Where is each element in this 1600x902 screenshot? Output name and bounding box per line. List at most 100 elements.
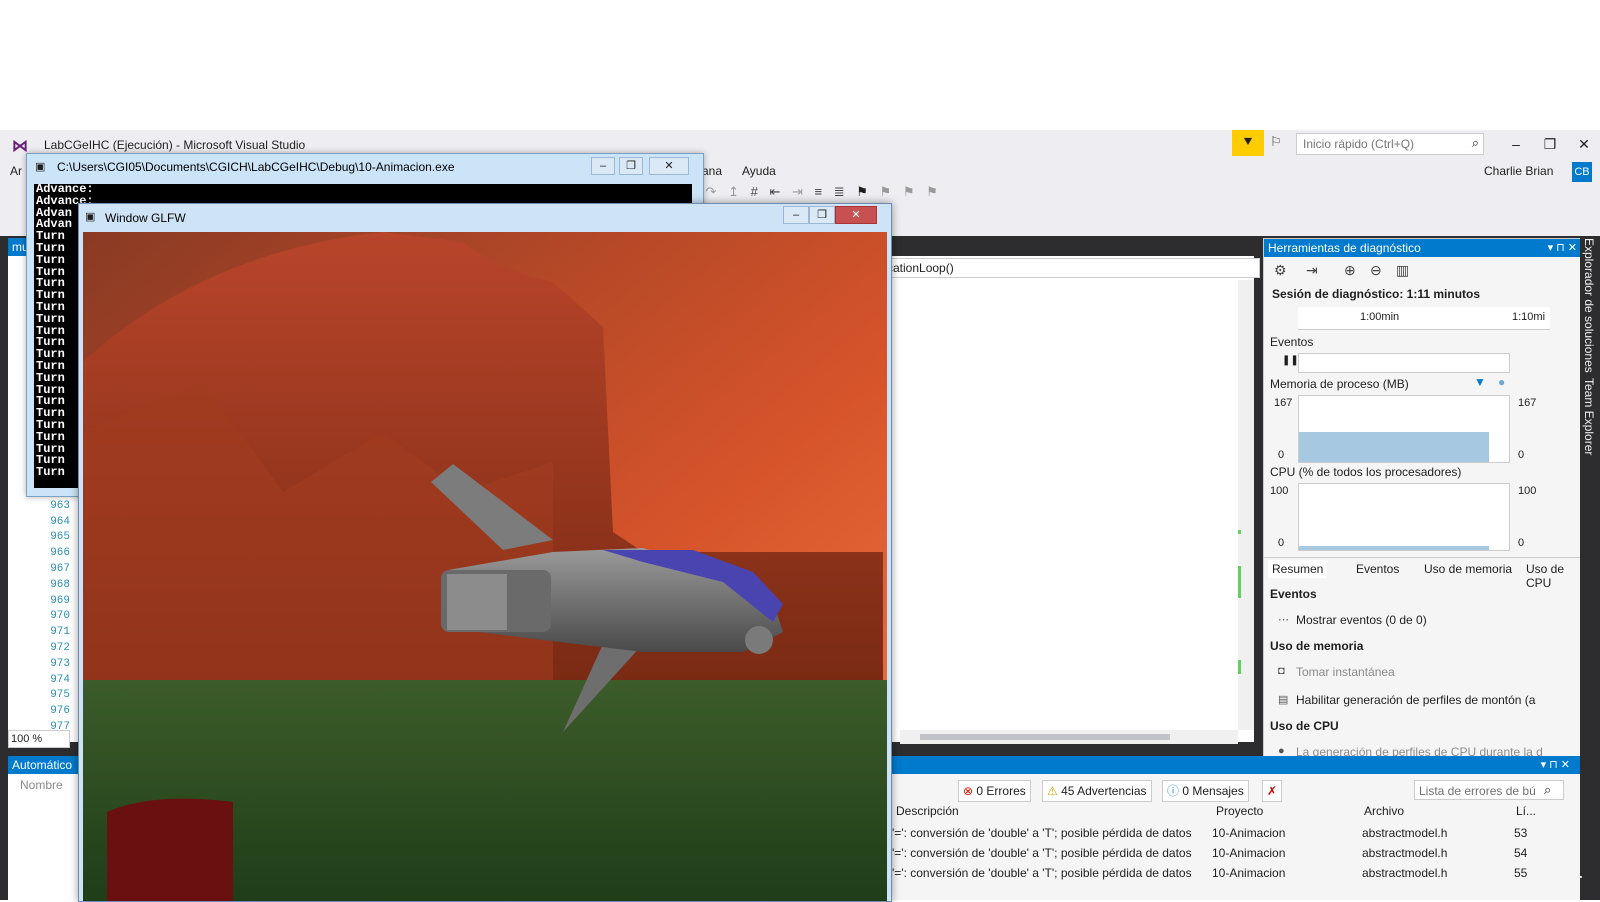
change-mark: [1238, 660, 1241, 674]
error-row-line: 53: [1514, 826, 1528, 840]
events-section-label[interactable]: Eventos: [1270, 335, 1313, 349]
memory-y-max: 167: [1274, 397, 1293, 409]
snapshot-marker-icon: ▼: [1474, 375, 1486, 389]
info-icon: ⓘ: [1167, 784, 1180, 798]
close-button[interactable]: ✕: [1568, 132, 1600, 156]
col-line[interactable]: Lí...: [1516, 804, 1536, 822]
change-mark: [1238, 530, 1241, 534]
line-number: 969: [50, 594, 70, 607]
line-number: 968: [50, 578, 70, 591]
cpu-section-label[interactable]: CPU (% de todos los procesadores): [1270, 465, 1461, 479]
warnings-filter-button[interactable]: ⚠ 45 Advertencias: [1042, 780, 1152, 802]
zoom-dropdown[interactable]: 100 %: [8, 730, 70, 748]
console-minimize-button[interactable]: –: [591, 157, 615, 175]
scroll-thumb[interactable]: [920, 734, 1170, 740]
diagnostics-title: Herramientas de diagnóstico: [1268, 241, 1421, 255]
cpu-usage-area: [1299, 546, 1489, 550]
export-icon[interactable]: ⇥: [1306, 262, 1318, 279]
memory-section-label[interactable]: Memoria de proceso (MB): [1270, 377, 1409, 391]
col-file[interactable]: Archivo: [1364, 804, 1404, 822]
tab-resumen[interactable]: Resumen: [1268, 560, 1328, 578]
error-row-desc[interactable]: '=': conversión de 'double' a 'T'; posib…: [892, 846, 1192, 860]
glfw-restore-button[interactable]: ❐: [809, 206, 835, 224]
restore-button[interactable]: ❐: [1534, 132, 1566, 156]
comment-icon[interactable]: ⇤: [769, 184, 780, 199]
indent-icon[interactable]: ≣: [834, 184, 845, 199]
glfw-minimize-button[interactable]: –: [783, 206, 809, 224]
member-navigation-dropdown[interactable]: cationLoop(): [882, 258, 1260, 278]
line-number: 975: [50, 689, 70, 702]
messages-count: 0 Mensajes: [1182, 784, 1244, 798]
show-events-link[interactable]: Mostrar eventos (0 de 0): [1296, 613, 1427, 627]
errors-filter-button[interactable]: ⊗ 0 Errores: [958, 780, 1031, 802]
heap-icon: ▤: [1278, 694, 1289, 706]
menu-item-ventana[interactable]: ana: [702, 164, 722, 178]
diagnostics-toolbar: ⚙ ⇥ ⊕ ⊖ ▥: [1264, 259, 1581, 283]
next-bookmark-icon[interactable]: ⚑: [903, 184, 915, 199]
tab-uso-cpu[interactable]: Uso de CPU: [1526, 562, 1581, 590]
session-duration: Sesión de diagnóstico: 1:11 minutos: [1272, 287, 1481, 301]
camera-icon: ◘: [1278, 665, 1285, 677]
filter-icon[interactable]: ⯆: [1232, 130, 1264, 156]
quick-launch[interactable]: ⌕: [1296, 133, 1484, 155]
cpu-chart: [1298, 483, 1510, 551]
step-into-icon[interactable]: ↷: [706, 184, 717, 199]
error-row-desc[interactable]: '=': conversión de 'double' a 'T'; posib…: [892, 826, 1192, 840]
visual-studio-logo-icon: ⋈: [12, 138, 28, 155]
glfw-close-button[interactable]: ✕: [835, 206, 877, 224]
glfw-window[interactable]: ▣ Window GLFW – ❐ ✕: [78, 203, 892, 902]
avatar[interactable]: CB: [1572, 162, 1592, 182]
col-description[interactable]: Descripción: [896, 804, 959, 822]
line-number: 972: [50, 641, 70, 654]
pause-icon[interactable]: ❚❚: [1282, 355, 1299, 366]
session-timeline[interactable]: 1:00min 1:10mi: [1298, 307, 1550, 330]
minimize-button[interactable]: –: [1500, 132, 1532, 156]
outdent-icon[interactable]: ≡: [815, 184, 823, 199]
panel-controls[interactable]: ▾ ⊓ ✕: [1548, 239, 1577, 257]
errors-count: 0 Errores: [976, 784, 1026, 798]
step-out-icon[interactable]: ↥: [728, 184, 739, 199]
error-list-header: ▾ ⊓ ✕: [882, 756, 1580, 774]
error-row-line: 54: [1514, 846, 1528, 860]
summary-events-heading: Eventos: [1270, 587, 1317, 601]
gc-marker-icon: ●: [1498, 375, 1506, 389]
clear-bookmark-icon[interactable]: ⚑: [926, 184, 938, 199]
feedback-icon[interactable]: ⚐: [1270, 134, 1288, 152]
enable-heap-profiling-link[interactable]: Habilitar generación de perfiles de mont…: [1296, 693, 1535, 707]
console-restore-button[interactable]: ❐: [619, 157, 643, 175]
tab-uso-memoria[interactable]: Uso de memoria: [1424, 562, 1512, 576]
error-row-desc[interactable]: '=': conversión de 'double' a 'T'; posib…: [892, 866, 1192, 880]
solution-explorer-tab[interactable]: Explorador de soluciones: [1582, 238, 1596, 373]
autos-header[interactable]: Automático: [8, 756, 78, 774]
prev-bookmark-icon[interactable]: ⚑: [880, 184, 892, 199]
zoom-in-icon[interactable]: ⊕: [1344, 262, 1356, 279]
clear-filter-icon[interactable]: ✗: [1262, 780, 1283, 802]
memory-chart: [1298, 395, 1510, 463]
error-list-search[interactable]: Lista de errores de bú: [1414, 780, 1564, 800]
quick-launch-input[interactable]: [1301, 136, 1465, 152]
panel-controls[interactable]: ▾ ⊓ ✕: [1541, 758, 1570, 771]
tab-eventos[interactable]: Eventos: [1356, 562, 1399, 576]
error-row-file: abstractmodel.h: [1362, 826, 1448, 840]
uncomment-icon[interactable]: ⇥: [792, 184, 803, 199]
console-close-button[interactable]: ✕: [649, 157, 689, 175]
cpu-y-max: 100: [1270, 485, 1289, 497]
col-project[interactable]: Proyecto: [1216, 804, 1263, 822]
cpu-y-min: 0: [1278, 537, 1285, 549]
zoom-out-icon[interactable]: ⊖: [1370, 262, 1382, 279]
user-name[interactable]: Charlie Brian: [1484, 164, 1553, 178]
menu-item-archivo[interactable]: Ar: [10, 164, 22, 178]
render-viewport[interactable]: [83, 232, 887, 901]
messages-filter-button[interactable]: ⓘ 0 Mensajes: [1162, 780, 1249, 802]
error-row-project: 10-Animacion: [1212, 846, 1286, 860]
take-snapshot-button[interactable]: Tomar instantánea: [1296, 665, 1395, 679]
line-number: 973: [50, 657, 70, 670]
bar-chart-icon[interactable]: ▥: [1396, 262, 1409, 279]
team-explorer-tab[interactable]: Team Explorer: [1582, 378, 1596, 455]
error-icon: ⊗: [963, 784, 974, 798]
settings-gear-icon[interactable]: ⚙: [1274, 262, 1287, 279]
menu-item-ayuda[interactable]: Ayuda: [742, 164, 776, 178]
bookmark-icon[interactable]: ⚑: [856, 184, 868, 199]
hex-icon[interactable]: #: [751, 184, 758, 199]
line-number: 964: [50, 515, 70, 528]
